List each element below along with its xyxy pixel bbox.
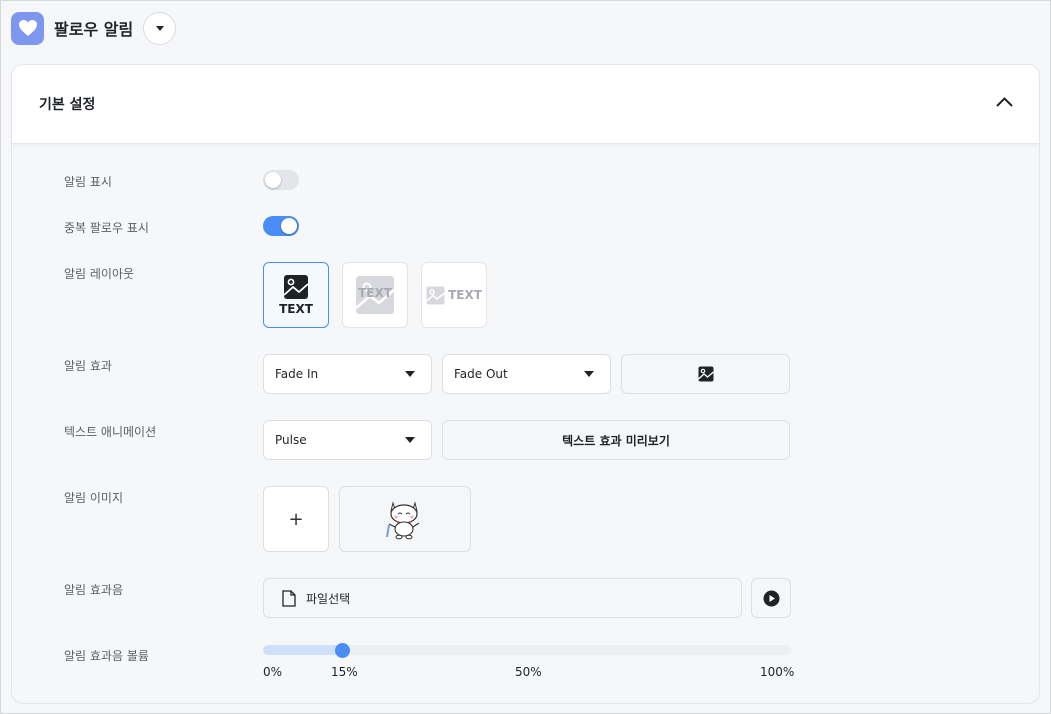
volume-slider-fill [263, 645, 343, 655]
basic-settings-card: 기본 설정 알림 표시 중복 팔로우 표시 알림 레이아웃 TEXT TEXT [11, 64, 1040, 704]
sound-file-select[interactable]: 파일선택 [263, 578, 742, 618]
show-alert-toggle[interactable] [263, 170, 299, 190]
volume-tick-0: 0% [263, 665, 283, 679]
image-label: 알림 이미지 [64, 491, 124, 505]
add-image-button[interactable]: + [263, 486, 329, 552]
layout-option-image-top[interactable]: TEXT [263, 262, 329, 328]
overlay-preview: TEXT [355, 275, 395, 315]
caret-down-icon [405, 437, 415, 443]
effect-preview-button[interactable] [621, 354, 790, 394]
effect-in-select[interactable]: Fade In [263, 354, 432, 394]
alert-image-thumbnail[interactable] [339, 486, 471, 552]
volume-slider[interactable] [263, 643, 791, 658]
volume-tick-100: 100% [760, 665, 795, 679]
toggle-knob [265, 172, 281, 188]
card-header[interactable]: 기본 설정 [12, 65, 1039, 144]
caret-down-icon [155, 25, 164, 31]
effect-out-value: Fade Out [454, 367, 508, 381]
image-icon [426, 286, 446, 304]
layout-option-overlay[interactable]: TEXT [342, 262, 408, 328]
effect-label: 알림 효과 [64, 359, 112, 373]
duplicate-follow-toggle[interactable] [263, 216, 299, 236]
toggle-knob [281, 218, 297, 234]
image-icon [697, 366, 714, 382]
volume-label: 알림 효과음 볼륨 [64, 649, 149, 663]
text-animation-label: 텍스트 애니메이션 [64, 425, 157, 439]
text-effect-preview-button[interactable]: 텍스트 효과 미리보기 [442, 420, 790, 460]
card-title: 기본 설정 [39, 97, 96, 113]
page-title: 팔로우 알림 [54, 20, 134, 39]
show-alert-label: 알림 표시 [64, 175, 112, 189]
file-icon [282, 589, 296, 607]
text-animation-select[interactable]: Pulse [263, 420, 432, 460]
app-header: 팔로우 알림 [11, 11, 177, 45]
play-sound-button[interactable] [751, 578, 791, 618]
title-dropdown-button[interactable] [143, 11, 177, 45]
duplicate-follow-label: 중복 팔로우 표시 [64, 221, 149, 235]
layout-option-text: TEXT [448, 288, 482, 302]
layout-option-image-left[interactable]: TEXT [421, 262, 487, 328]
effect-out-select[interactable]: Fade Out [442, 354, 611, 394]
effect-in-value: Fade In [275, 367, 319, 381]
heart-icon [11, 11, 44, 45]
layout-option-text: TEXT [358, 286, 392, 300]
play-icon [763, 590, 779, 606]
cat-character-image [385, 501, 420, 540]
caret-down-icon [405, 371, 415, 377]
volume-tick-15: 15% [331, 665, 358, 679]
image-icon [283, 275, 309, 299]
volume-tick-50: 50% [515, 665, 542, 679]
text-animation-value: Pulse [275, 433, 307, 447]
layout-option-text: TEXT [279, 302, 313, 316]
volume-slider-thumb[interactable] [335, 643, 351, 658]
file-select-label: 파일선택 [306, 591, 351, 606]
layout-label: 알림 레이아웃 [64, 267, 135, 281]
chevron-up-icon[interactable] [996, 97, 1013, 107]
sound-label: 알림 효과음 [64, 583, 124, 597]
caret-down-icon [584, 371, 594, 377]
